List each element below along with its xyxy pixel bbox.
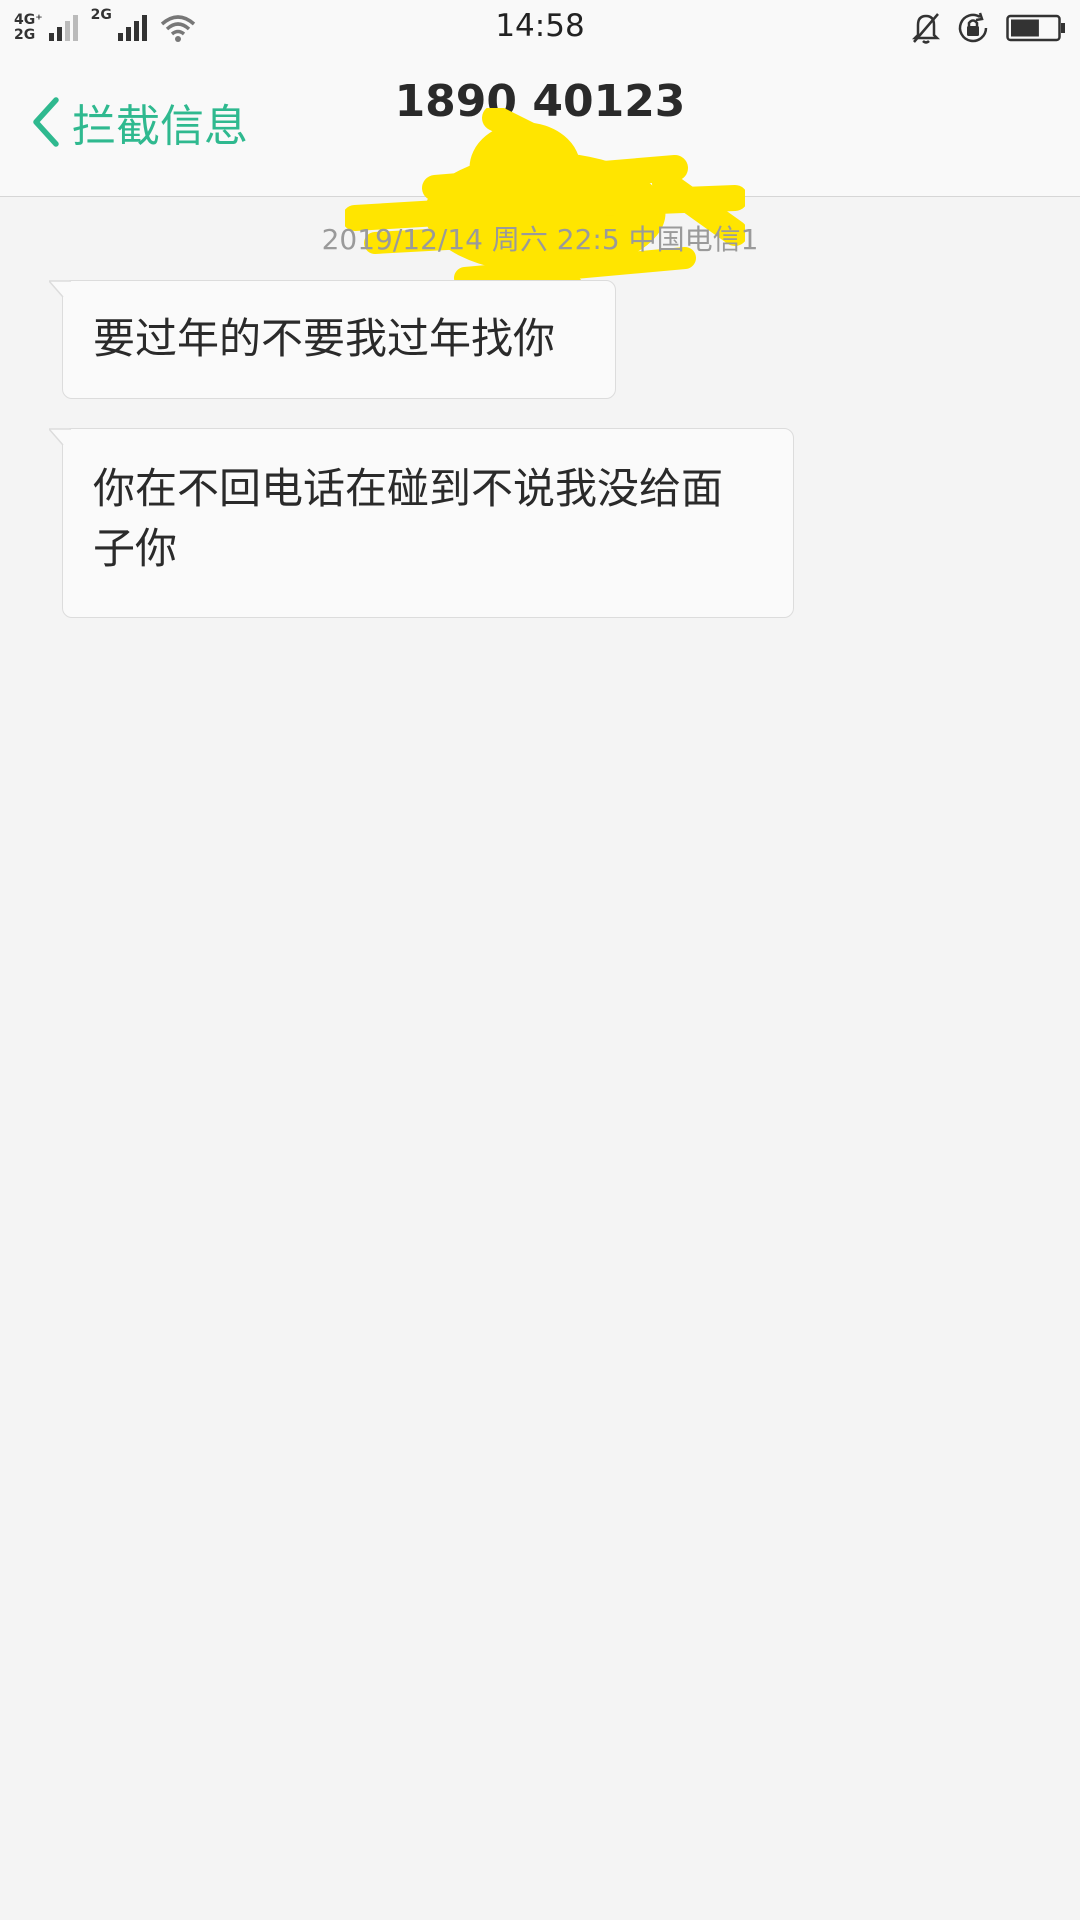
message-text: 你在不回电话在碰到不说我没给面子你 [93,464,724,573]
message-bubble[interactable]: 要过年的不要我过年找你 [49,280,616,399]
status-bar: 4G⁺ 2G 2G 14:58 [0,0,1080,56]
message-text: 要过年的不要我过年找你 [93,314,556,363]
bubble-tail [49,428,71,454]
rotation-lock-icon [958,12,988,43]
battery-icon [1006,14,1065,42]
status-right [910,8,1066,48]
redaction-scribble [345,108,745,298]
message-bubble[interactable]: 你在不回电话在碰到不说我没给面子你 [49,428,794,618]
title-bar: 拦截信息 1890 40123 湖北 [0,56,1080,298]
mute-bell-icon [911,13,941,44]
bubble-tail [49,280,71,306]
message-timestamp: 2019/12/14 周六 22:5 中国电信1 [321,223,759,256]
